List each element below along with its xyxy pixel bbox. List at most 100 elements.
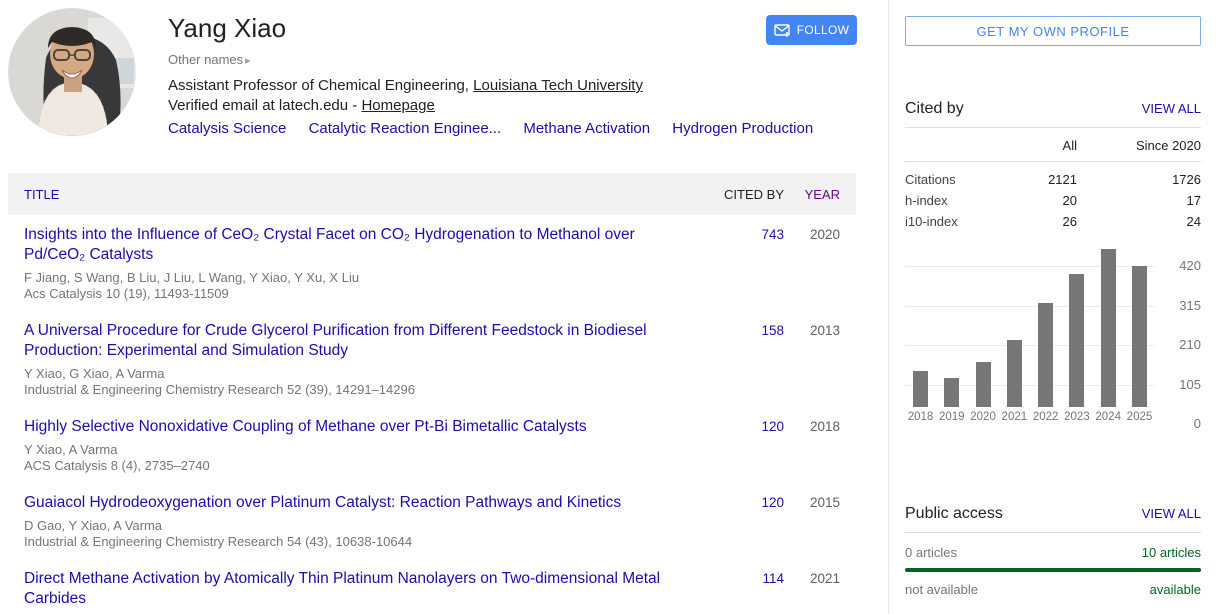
page-title: Yang Xiao: [168, 13, 287, 43]
publication-authors: D Gao, Y Xiao, A Varma: [24, 518, 163, 533]
sort-by-citations-header[interactable]: CITED BY: [688, 187, 784, 202]
citation-bar-group: 2020: [970, 362, 997, 424]
publication-venue: Industrial & Engineering Chemistry Resea…: [24, 533, 413, 549]
chart-xtick-label: 2023: [1064, 411, 1090, 423]
publication-row: Insights into the Influence of CeO₂ Crys…: [8, 215, 856, 311]
citations-chart-bars: 2018 2019 2020 2021 2022 2023 2024 2025: [905, 249, 1155, 424]
stat-row-h-index: h-index 20 17: [905, 190, 1201, 211]
other-names-label: Other names: [168, 52, 244, 67]
citation-bar-2025[interactable]: [1131, 265, 1147, 407]
publication-row: Direct Methane Activation by Atomically …: [8, 559, 856, 614]
publication-venue: Acs Catalysis 10 (19), 11493-11509: [24, 285, 229, 301]
citation-bar-2019[interactable]: [944, 377, 960, 407]
profile-photo: [8, 8, 136, 136]
citation-count-link[interactable]: 120: [688, 417, 784, 437]
chart-xtick-label: 2021: [1001, 411, 1028, 423]
publication-year: 2013: [809, 323, 840, 338]
affiliation-text: Assistant Professor of Chemical Engineer…: [168, 77, 474, 94]
sort-by-year-header[interactable]: YEAR: [784, 187, 856, 202]
not-available-count: 0 articles: [905, 545, 958, 560]
affiliation: Assistant Professor of Chemical Engineer…: [168, 77, 643, 94]
verified-email-text: Verified email at latech.edu -: [168, 97, 362, 114]
citation-count-link[interactable]: 120: [688, 493, 784, 513]
chevron-right-icon: ▸: [245, 55, 251, 67]
chart-xtick-label: 2020: [970, 411, 996, 423]
affiliation-link[interactable]: Louisiana Tech University: [473, 77, 643, 94]
chart-ytick-label: 105: [1179, 376, 1201, 392]
citation-bar-group: 2023: [1063, 273, 1090, 424]
publication-authors: Y Xiao, G Xiao, A Varma: [24, 366, 165, 381]
publication-title-link[interactable]: Direct Methane Activation by Atomically …: [24, 569, 678, 609]
follow-button[interactable]: FOLLOW: [766, 15, 857, 45]
publication-venue: Industrial & Engineering Chemistry Resea…: [24, 381, 415, 397]
sort-by-title-header[interactable]: TITLE: [8, 187, 688, 202]
citation-bar-2020[interactable]: [975, 362, 991, 407]
stat-value-all: 26: [1062, 214, 1077, 229]
available-label: available: [1149, 582, 1201, 597]
chart-xtick-label: 2024: [1095, 411, 1121, 423]
vertical-divider: [888, 0, 889, 614]
stat-row-citations: Citations 2121 1726: [905, 169, 1201, 190]
chart-xtick-label: 2019: [938, 411, 965, 423]
publication-year: 2020: [809, 227, 840, 242]
interest-link-catalysis-science[interactable]: Catalysis Science: [168, 120, 286, 137]
citation-bar-group: 2018: [907, 371, 934, 424]
citation-bar-group: 2019: [938, 377, 965, 424]
stat-label: h-index: [905, 193, 948, 208]
citation-bar-2021[interactable]: [1006, 339, 1022, 407]
citation-count-link[interactable]: 743: [688, 225, 784, 245]
publication-year: 2018: [809, 419, 840, 434]
chart-ytick-label: 0: [1193, 416, 1201, 431]
profile-photo-image: [8, 8, 136, 136]
public-access-view-all-link[interactable]: VIEW ALL: [1142, 506, 1201, 521]
citation-bar-group: 2022: [1032, 302, 1059, 424]
publication-title-link[interactable]: Insights into the Influence of CeO₂ Crys…: [24, 225, 678, 265]
envelope-plus-icon: [774, 23, 790, 37]
cited-by-heading: Cited by: [905, 100, 964, 117]
stats-column-all: All: [1062, 138, 1077, 153]
citation-count-link[interactable]: 158: [688, 321, 784, 341]
public-access-heading: Public access: [905, 505, 1003, 522]
publications-table: TITLE CITED BY YEAR Insights into the In…: [8, 173, 856, 614]
scholar-profile-page: Yang Xiao Other names ▸ Assistant Profess…: [0, 0, 1223, 614]
stat-label: Citations: [905, 172, 956, 187]
citation-bar-2023[interactable]: [1069, 273, 1085, 407]
publication-title-link[interactable]: A Universal Procedure for Crude Glycerol…: [24, 321, 678, 361]
publication-title-link[interactable]: Guaiacol Hydrodeoxygenation over Platinu…: [24, 493, 678, 513]
other-names-toggle[interactable]: Other names ▸: [168, 52, 251, 67]
citation-stats-rows: Citations 2121 1726 h-index 20 17 i10-in…: [905, 162, 1201, 232]
not-available-label: not available: [905, 582, 978, 597]
citation-bar-group: 2021: [1001, 339, 1028, 424]
interest-link-hydrogen-production[interactable]: Hydrogen Production: [672, 120, 813, 137]
citations-per-year-chart: 2018 2019 2020 2021 2022 2023 2024 2025 420 315 2…: [905, 249, 1201, 446]
publication-title-link[interactable]: Highly Selective Nonoxidative Coupling o…: [24, 417, 678, 437]
publication-row: Highly Selective Nonoxidative Coupling o…: [8, 407, 856, 483]
homepage-link[interactable]: Homepage: [361, 97, 434, 114]
stat-value-since: 24: [1186, 214, 1201, 229]
citation-stats-header: All Since 2020: [905, 128, 1201, 162]
get-my-own-profile-button[interactable]: GET MY OWN PROFILE: [905, 16, 1201, 46]
cited-by-view-all-link[interactable]: VIEW ALL: [1142, 101, 1201, 116]
publication-row: A Universal Procedure for Crude Glycerol…: [8, 311, 856, 407]
citation-bar-2024[interactable]: [1100, 249, 1116, 407]
stat-value-since: 17: [1186, 193, 1201, 208]
publication-year: 2021: [809, 571, 840, 586]
interest-link-catalytic-reaction-engineering[interactable]: Catalytic Reaction Enginee...: [309, 120, 502, 137]
stat-value-since: 1726: [1172, 172, 1201, 187]
chart-ytick-label: 315: [1179, 297, 1201, 313]
chart-ytick-label: 210: [1179, 337, 1201, 352]
citation-bar-group: 2024: [1095, 249, 1122, 424]
chart-plot-area: 2018 2019 2020 2021 2022 2023 2024 2025: [905, 249, 1155, 424]
citation-bar-2018[interactable]: [913, 371, 928, 407]
stat-label: i10-index: [905, 214, 958, 229]
citation-bar-2022[interactable]: [1038, 302, 1054, 407]
available-count: 10 articles: [1141, 545, 1201, 560]
follow-button-label: FOLLOW: [796, 23, 850, 37]
chart-xtick-label: 2022: [1032, 411, 1059, 423]
publication-venue: ACS Catalysis 8 (4), 2735–2740: [24, 457, 210, 473]
citation-count-link[interactable]: 114: [688, 569, 784, 589]
public-access-section: Public access VIEW ALL 0 articles 10 art…: [905, 505, 1201, 597]
interest-link-methane-activation[interactable]: Methane Activation: [523, 120, 650, 137]
publication-authors: Y Xiao, A Varma: [24, 442, 118, 457]
publication-row: Guaiacol Hydrodeoxygenation over Platinu…: [8, 483, 856, 559]
